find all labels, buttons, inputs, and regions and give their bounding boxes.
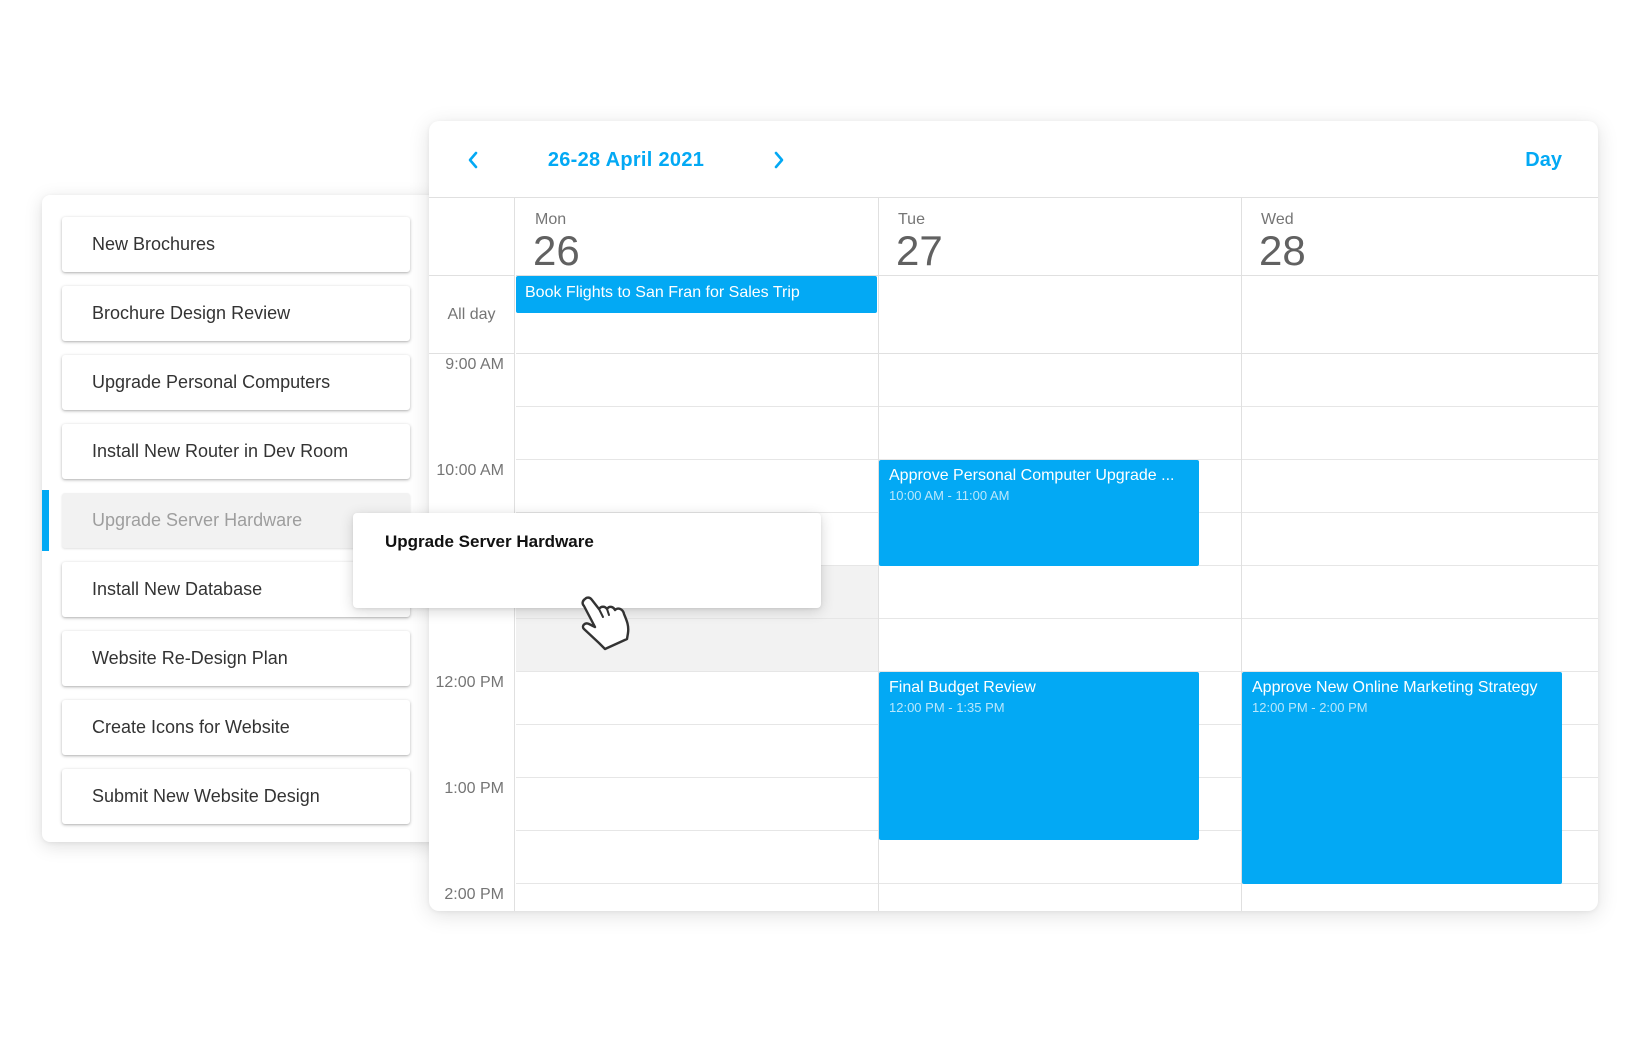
task-item-label: Submit New Website Design [92, 786, 320, 806]
time-slot[interactable] [1242, 884, 1598, 911]
event-title: Book Flights to San Fran for Sales Trip [525, 284, 800, 301]
time-slot[interactable] [516, 672, 878, 725]
task-item[interactable]: Submit New Website Design [62, 769, 410, 824]
task-item-label: Upgrade Server Hardware [92, 510, 303, 530]
time-slot[interactable] [879, 354, 1241, 407]
scheduler-toolbar: 26-28 April 2021 Day [429, 121, 1598, 198]
day-header[interactable]: Tue 27 [879, 198, 1241, 276]
all-day-event[interactable]: Book Flights to San Fran for Sales Trip [516, 276, 877, 313]
day-column-wed: Wed 28 Approve New Online Marketing Stra… [1242, 198, 1598, 911]
time-slot[interactable] [1242, 619, 1598, 672]
time-label: 1:00 PM [444, 780, 504, 797]
time-slot[interactable] [1242, 407, 1598, 460]
day-header[interactable]: Mon 26 [516, 198, 878, 276]
time-slot[interactable] [516, 778, 878, 831]
chevron-right-icon [774, 151, 784, 169]
day-column-tue: Tue 27 Approve Personal Computer Upgrade… [879, 198, 1242, 911]
appointment-time: 10:00 AM - 11:00 AM [889, 488, 1010, 503]
all-day-cell[interactable] [879, 276, 1241, 354]
appointment-title: Approve New Online Marketing Strategy [1252, 679, 1538, 696]
appointment-title: Approve Personal Computer Upgrade ... [889, 467, 1175, 484]
drag-source-indicator [42, 490, 49, 551]
task-item-label: Website Re-Design Plan [92, 648, 288, 668]
task-item-label: New Brochures [92, 234, 216, 254]
gutter-header [429, 198, 514, 276]
time-slot[interactable] [516, 884, 878, 911]
appointment-time: 12:00 PM - 1:35 PM [889, 700, 1005, 715]
time-slot[interactable] [879, 407, 1241, 460]
appointment[interactable]: Approve New Online Marketing Strategy 12:… [1242, 672, 1562, 884]
time-slot[interactable] [1242, 566, 1598, 619]
time-label: 2:00 PM [444, 886, 504, 903]
day-header[interactable]: Wed 28 [1242, 198, 1598, 276]
next-period-button[interactable] [762, 143, 796, 177]
day-number: 27 [896, 227, 943, 274]
task-item[interactable]: Upgrade Personal Computers [62, 355, 410, 410]
time-label: 12:00 PM [435, 674, 504, 691]
day-number: 28 [1259, 227, 1306, 274]
time-slot[interactable] [1242, 513, 1598, 566]
view-switcher-day[interactable]: Day [1525, 145, 1562, 175]
task-item-label: Upgrade Personal Computers [92, 372, 331, 392]
task-item[interactable]: Website Re-Design Plan [62, 631, 410, 686]
appointment[interactable]: Final Budget Review 12:00 PM - 1:35 PM [879, 672, 1199, 840]
time-label: 9:00 AM [445, 356, 504, 373]
time-slot[interactable] [1242, 354, 1598, 407]
time-slot[interactable] [1242, 460, 1598, 513]
time-label: 10:00 AM [436, 462, 504, 479]
hand-pointer-icon [581, 596, 630, 651]
appointment-time: 12:00 PM - 2:00 PM [1252, 700, 1368, 715]
previous-period-button[interactable] [456, 143, 490, 177]
task-item-label: Install New Database [92, 579, 263, 599]
appointment[interactable]: Approve Personal Computer Upgrade ... 10:… [879, 460, 1199, 566]
task-item-label: Brochure Design Review [92, 303, 291, 323]
task-item[interactable]: Create Icons for Website [62, 700, 410, 755]
task-item[interactable]: Brochure Design Review [62, 286, 410, 341]
all-day-cell[interactable] [1242, 276, 1598, 354]
time-slot[interactable] [516, 354, 878, 407]
drag-preview-title: Upgrade Server Hardware [385, 532, 594, 551]
time-slot[interactable] [516, 407, 878, 460]
day-number: 26 [533, 227, 580, 274]
time-slot[interactable] [879, 884, 1241, 911]
time-slot[interactable] [516, 460, 878, 513]
time-slot[interactable] [879, 566, 1241, 619]
all-day-label-cell: All day [429, 276, 514, 354]
date-range-title[interactable]: 26-28 April 2021 [529, 145, 723, 175]
time-slot[interactable] [516, 619, 878, 672]
task-item-label: Install New Router in Dev Room [92, 441, 349, 461]
all-day-label: All day [447, 306, 496, 323]
time-slot[interactable] [516, 831, 878, 884]
task-item[interactable]: New Brochures [62, 217, 410, 272]
task-item[interactable]: Install New Router in Dev Room [62, 424, 410, 479]
task-item-label: Create Icons for Website [92, 717, 290, 737]
chevron-left-icon [468, 151, 478, 169]
time-slot[interactable] [516, 725, 878, 778]
appointment-title: Final Budget Review [889, 679, 1036, 696]
time-slot[interactable] [879, 619, 1241, 672]
